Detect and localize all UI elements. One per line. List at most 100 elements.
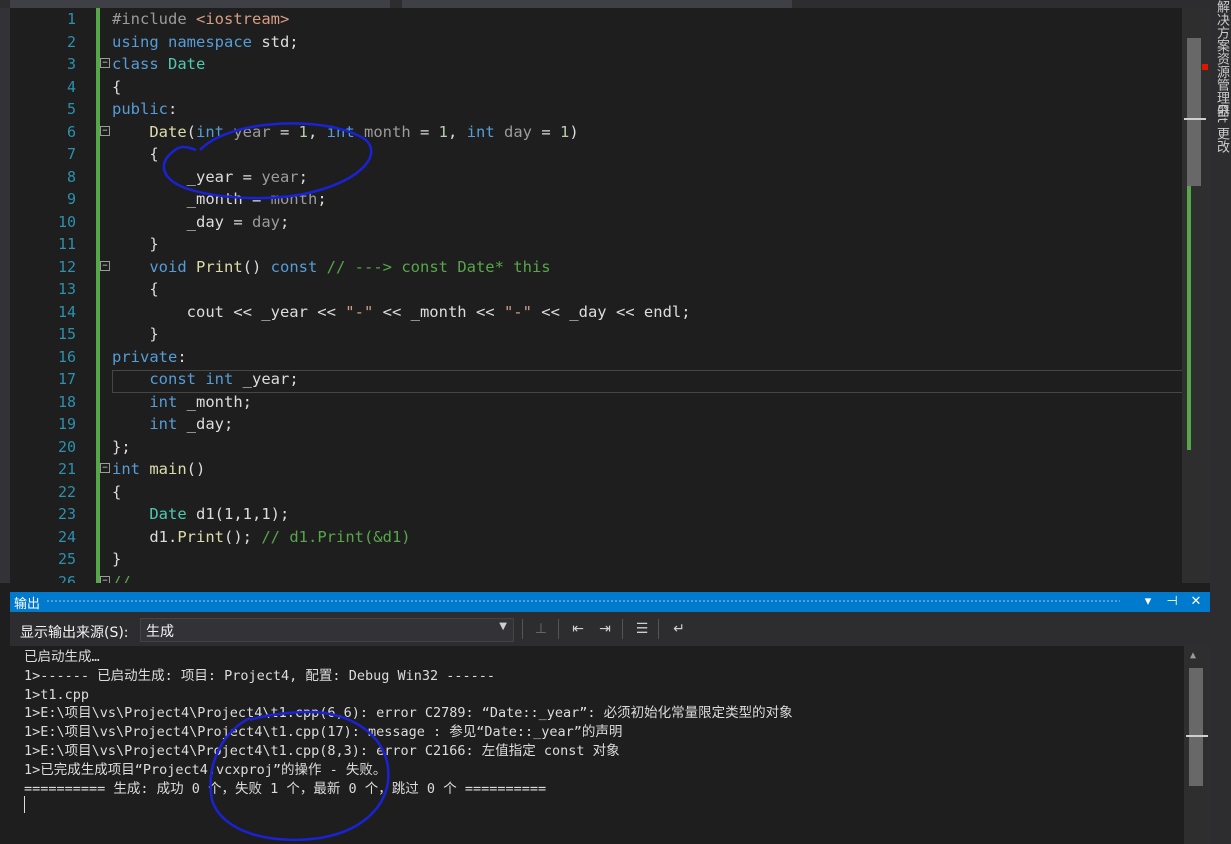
tab-project4[interactable]: [10, 0, 390, 8]
go-to-location-icon[interactable]: ⊥: [530, 618, 552, 640]
code-text: int main(): [112, 460, 206, 478]
output-text-area[interactable]: 已启动生成… 1>------ 已启动生成: 项目: Project4, 配置: …: [10, 646, 1184, 844]
line-number: 7: [66, 145, 76, 163]
document-tab-strip: [0, 0, 1210, 8]
output-source-value: 生成: [146, 624, 174, 640]
code-line[interactable]: 24 d1.Print(); // d1.Print(&d1): [10, 526, 1182, 549]
code-line[interactable]: 25}: [10, 548, 1182, 571]
line-number: 19: [57, 415, 76, 433]
code-text: }: [112, 235, 159, 253]
line-number: 20: [57, 437, 76, 456]
code-line[interactable]: 8 _year = year;: [10, 166, 1182, 189]
line-number: 10: [57, 212, 76, 231]
output-line: 1>已完成生成项目“Project4.vcxproj”的操作 - 失败。: [24, 761, 387, 778]
pin-icon[interactable]: ⊣: [1162, 592, 1182, 612]
line-number: 26: [57, 572, 76, 584]
code-line[interactable]: 1 #include <iostream>: [10, 8, 1182, 31]
code-editor[interactable]: 1 #include <iostream> 2 using namespace std…: [10, 8, 1182, 583]
code-text: };: [112, 437, 131, 456]
fold-toggle-icon[interactable]: −: [100, 260, 110, 271]
code-text: //: [112, 572, 131, 584]
line-number: 25: [57, 550, 76, 568]
code-text: d1.Print(); // d1.Print(&d1): [112, 527, 411, 546]
code-line[interactable]: 12 − void Print() const // ---> const Dat…: [10, 256, 1182, 279]
line-number: 21: [57, 460, 76, 478]
output-source-select[interactable]: 生成 ▼: [140, 618, 514, 642]
scrollbar-thumb[interactable]: [1187, 38, 1201, 186]
code-line[interactable]: 21 − int main(): [10, 458, 1182, 481]
code-line[interactable]: 10 _day = day;: [10, 211, 1182, 234]
code-line[interactable]: 2 using namespace std;: [10, 31, 1182, 54]
code-text: cout << _year << "-" << _month << "-" <<…: [112, 302, 691, 321]
code-line[interactable]: 9 _month = month;: [10, 188, 1182, 211]
line-number: 12: [57, 257, 76, 276]
next-message-icon[interactable]: ⇥: [594, 618, 616, 640]
toolbar-separator: [658, 619, 659, 639]
output-vertical-scrollbar[interactable]: ▲: [1184, 646, 1210, 844]
code-line[interactable]: 23 Date d1(1,1,1);: [10, 503, 1182, 526]
fold-toggle-icon[interactable]: −: [100, 58, 110, 68]
line-number: 23: [57, 505, 76, 523]
line-number: 9: [66, 190, 76, 208]
code-line[interactable]: 26 −//: [10, 571, 1182, 584]
toolbar-separator: [622, 619, 623, 639]
code-line[interactable]: 4{: [10, 76, 1182, 99]
line-number: 15: [57, 325, 76, 343]
code-line[interactable]: 19 int _day;: [10, 413, 1182, 436]
output-line: 1>------ 已启动生成: 项目: Project4, 配置: Debug …: [24, 667, 495, 684]
line-number: 13: [57, 280, 76, 298]
output-toolbar: 显示输出来源(S): 生成 ▼ ⊥ ⇤ ⇥ ☰ ↵: [10, 612, 1210, 646]
code-text: class Date: [112, 55, 206, 73]
code-text: }: [112, 325, 159, 343]
output-line: 1>t1.cpp: [24, 686, 90, 703]
toolbar-separator: [522, 619, 523, 639]
code-line[interactable]: 16 private:: [10, 346, 1182, 369]
git-changes-tab[interactable]: Git 更改: [1212, 104, 1231, 153]
code-line[interactable]: 15 }: [10, 323, 1182, 346]
code-line[interactable]: 20};: [10, 436, 1182, 459]
output-line: ========== 生成: 成功 0 个，失败 1 个，最新 0 个，跳过 0…: [24, 780, 547, 797]
code-text: private:: [112, 347, 187, 366]
code-line[interactable]: 14 cout << _year << "-" << _month << "-"…: [10, 301, 1182, 324]
editor-left-margin: [0, 8, 10, 583]
output-line: 1>E:\项目\vs\Project4\Project4\t1.cpp(8,3)…: [24, 743, 620, 759]
code-line[interactable]: 7 {: [10, 143, 1182, 166]
line-number: 1: [66, 10, 76, 28]
code-line[interactable]: 5 public:: [10, 98, 1182, 121]
code-text: Date(int year = 1, int month = 1, int da…: [149, 122, 579, 141]
word-wrap-icon[interactable]: ↵: [668, 618, 690, 640]
code-text: _month = month;: [112, 190, 327, 208]
code-line[interactable]: 3 − class Date: [10, 53, 1182, 76]
window-position-icon[interactable]: ▾: [1138, 592, 1158, 612]
code-line[interactable]: 22 {: [10, 481, 1182, 504]
previous-message-icon[interactable]: ⇤: [567, 618, 589, 640]
code-line[interactable]: 18 int _month;: [10, 391, 1182, 414]
fold-toggle-icon[interactable]: −: [100, 463, 110, 473]
output-line: 1>E:\项目\vs\Project4\Project4\t1.cpp(6,6)…: [24, 705, 793, 722]
code-line[interactable]: 17 const int _year;: [10, 368, 1182, 391]
output-panel-title: 输出: [14, 597, 41, 612]
output-source-label: 显示输出来源(S):: [20, 625, 129, 641]
code-line[interactable]: 13 {: [10, 278, 1182, 301]
code-text: void Print() const // ---> const Date* t…: [149, 257, 551, 276]
scrollbar-thumb[interactable]: [1189, 668, 1203, 786]
header-grip[interactable]: [46, 599, 1120, 604]
code-text: _year = year;: [112, 167, 308, 186]
code-line[interactable]: 11 }: [10, 233, 1182, 256]
solution-explorer-tab[interactable]: 解决方案资源管理器: [1212, 0, 1231, 117]
scroll-up-icon[interactable]: ▲: [1190, 650, 1196, 661]
line-number: 11: [57, 235, 76, 253]
fold-toggle-icon[interactable]: −: [100, 575, 110, 583]
tab-date[interactable]: [402, 0, 792, 8]
close-icon[interactable]: ✕: [1186, 592, 1206, 612]
chevron-down-icon: ▼: [499, 621, 507, 632]
line-number: 6: [66, 122, 76, 141]
clear-all-icon[interactable]: ☰: [631, 618, 653, 640]
code-text: int _month;: [149, 392, 252, 411]
fold-toggle-icon[interactable]: −: [100, 125, 110, 136]
code-text: {: [112, 145, 159, 163]
code-text: Date d1(1,1,1);: [149, 505, 290, 523]
code-line[interactable]: 6 − Date(int year = 1, int month = 1, int…: [10, 121, 1182, 144]
code-text: _day = day;: [112, 212, 290, 231]
editor-vertical-scrollbar[interactable]: [1182, 8, 1210, 583]
